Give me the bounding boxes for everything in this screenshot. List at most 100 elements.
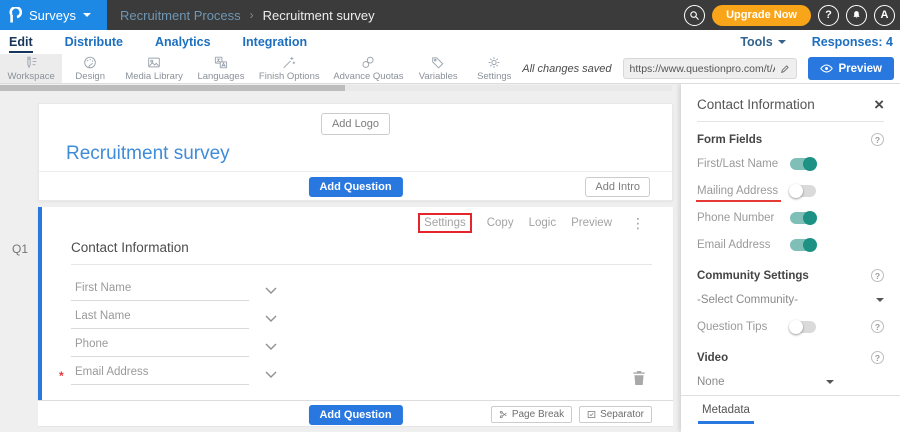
toggle-label: Email Address bbox=[697, 239, 771, 251]
scrollbar-thumb[interactable] bbox=[0, 85, 345, 91]
chevron-down-icon[interactable] bbox=[265, 369, 277, 381]
delete-question-button[interactable] bbox=[632, 370, 646, 391]
help-button[interactable]: ? bbox=[818, 5, 839, 26]
responses-link[interactable]: Responses: 4 bbox=[812, 35, 893, 49]
checkbox-icon bbox=[587, 410, 596, 419]
preview-button[interactable]: Preview bbox=[808, 57, 894, 80]
upgrade-now-button[interactable]: Upgrade Now bbox=[712, 5, 811, 26]
tab-metadata[interactable]: Metadata bbox=[698, 404, 754, 424]
breadcrumb-parent[interactable]: Recruitment Process bbox=[120, 8, 241, 23]
community-settings-heading: Community Settings bbox=[697, 270, 809, 282]
question-card: Settings Copy Logic Preview ⋮ Contact In… bbox=[38, 207, 673, 400]
toggle-label: Mailing Address bbox=[697, 185, 778, 197]
survey-url-field[interactable]: https://www.questionpro.com/t/APNrFZ bbox=[623, 58, 797, 79]
notifications-button[interactable] bbox=[846, 5, 867, 26]
question-logic-button[interactable]: Logic bbox=[529, 217, 557, 229]
help-icon[interactable]: ? bbox=[871, 320, 884, 333]
trash-icon bbox=[632, 370, 646, 386]
first-last-name-toggle[interactable] bbox=[790, 158, 816, 170]
toolbar-item-label: Variables bbox=[419, 71, 458, 82]
product-menu[interactable]: Surveys bbox=[0, 0, 107, 30]
toggle-row-mailing-address: Mailing Address bbox=[681, 177, 900, 204]
question-settings-panel: Contact Information × Form Fields ? Firs… bbox=[681, 84, 900, 432]
toolbar-item-label: Media Library bbox=[125, 71, 183, 82]
autosave-status: All changes saved bbox=[522, 63, 611, 75]
avatar[interactable]: A bbox=[874, 5, 895, 26]
help-icon[interactable]: ? bbox=[871, 133, 884, 146]
contact-form-fields: * First Name * Last Name * Phone * Email… bbox=[71, 274, 249, 386]
design-palette-icon bbox=[82, 55, 98, 70]
horizontal-scrollbar[interactable] bbox=[0, 85, 672, 91]
toolbar-item-label: Design bbox=[75, 71, 105, 82]
question-tips-toggle[interactable] bbox=[790, 321, 816, 333]
product-name: Surveys bbox=[29, 8, 76, 23]
survey-title[interactable]: Recruitment survey bbox=[66, 143, 230, 165]
edit-pencil-icon[interactable] bbox=[780, 64, 790, 74]
question-more-menu[interactable]: ⋮ bbox=[631, 215, 645, 232]
phone-number-toggle[interactable] bbox=[790, 212, 816, 224]
add-logo-button[interactable]: Add Logo bbox=[321, 113, 390, 135]
field-last-name[interactable]: * Last Name bbox=[71, 302, 249, 329]
toggle-knob bbox=[803, 238, 817, 252]
field-first-name[interactable]: * First Name bbox=[71, 274, 249, 301]
form-fields-heading: Form Fields bbox=[697, 134, 762, 146]
chevron-down-icon[interactable] bbox=[265, 341, 277, 353]
toolbar-item-finish-options[interactable]: Finish Options bbox=[252, 54, 327, 83]
tools-menu[interactable]: Tools bbox=[740, 35, 785, 49]
chevron-down-icon[interactable] bbox=[265, 285, 277, 297]
add-question-button-bottom[interactable]: Add Question bbox=[308, 405, 402, 425]
page-break-button[interactable]: Page Break bbox=[491, 406, 572, 423]
add-logo-row: Add Logo bbox=[39, 104, 672, 135]
toolbar-item-variables[interactable]: Variables bbox=[410, 54, 466, 83]
help-icon[interactable]: ? bbox=[871, 351, 884, 364]
scissors-icon bbox=[499, 410, 508, 419]
field-phone[interactable]: * Phone bbox=[71, 330, 249, 357]
question-preview-button[interactable]: Preview bbox=[571, 217, 612, 229]
question-copy-button[interactable]: Copy bbox=[487, 217, 514, 229]
toolbar-right: All changes saved https://www.questionpr… bbox=[522, 54, 900, 83]
toggle-row-first-last-name: First/Last Name bbox=[681, 150, 900, 177]
tab-edit[interactable]: Edit bbox=[9, 32, 33, 53]
chevron-down-icon[interactable] bbox=[265, 313, 277, 325]
toolbar-item-languages[interactable]: Languages bbox=[190, 54, 252, 83]
toolbar-item-media-library[interactable]: Media Library bbox=[118, 54, 190, 83]
toggle-knob bbox=[789, 184, 803, 198]
toolbar-item-label: Workspace bbox=[7, 71, 54, 82]
survey-header-card: Add Logo Recruitment survey Add Question… bbox=[38, 103, 673, 201]
footer-right-actions: Page Break Separator bbox=[491, 406, 652, 423]
tab-integration[interactable]: Integration bbox=[243, 32, 308, 53]
variables-tag-icon bbox=[430, 55, 446, 70]
add-intro-button[interactable]: Add Intro bbox=[585, 177, 650, 197]
community-select[interactable]: -Select Community- bbox=[681, 286, 900, 313]
breadcrumb-current: Recruitment survey bbox=[263, 8, 375, 23]
field-email-address[interactable]: * Email Address bbox=[71, 358, 249, 385]
languages-translate-icon bbox=[213, 55, 229, 70]
mailing-address-toggle[interactable] bbox=[790, 185, 816, 197]
field-label: First Name bbox=[75, 282, 131, 294]
toolbar-item-settings[interactable]: Settings bbox=[466, 54, 522, 83]
question-settings-button[interactable]: Settings bbox=[418, 213, 472, 233]
question-heading-divider bbox=[71, 264, 652, 265]
search-button[interactable] bbox=[684, 5, 705, 26]
survey-header-actions: Add Question Add Intro bbox=[39, 171, 672, 200]
tab-analytics[interactable]: Analytics bbox=[155, 32, 211, 53]
question-heading[interactable]: Contact Information bbox=[71, 240, 189, 255]
separator-button[interactable]: Separator bbox=[579, 406, 652, 423]
toolbar-item-label: Languages bbox=[197, 71, 244, 82]
video-select[interactable]: None bbox=[681, 368, 900, 395]
search-icon bbox=[689, 10, 700, 21]
close-icon[interactable]: × bbox=[874, 99, 884, 111]
breadcrumb: Recruitment Process › Recruitment survey bbox=[120, 8, 375, 23]
email-address-toggle[interactable] bbox=[790, 239, 816, 251]
help-icon[interactable]: ? bbox=[871, 269, 884, 282]
video-section-header: Video ? bbox=[681, 340, 900, 368]
preview-label: Preview bbox=[839, 63, 882, 75]
toolbar-item-advance-quotas[interactable]: Advance Quotas bbox=[327, 54, 411, 83]
caret-down-icon bbox=[83, 13, 91, 17]
add-question-button[interactable]: Add Question bbox=[308, 177, 402, 197]
tab-distribute[interactable]: Distribute bbox=[65, 32, 123, 53]
panel-footer-divider bbox=[681, 395, 900, 396]
page-break-label: Page Break bbox=[512, 409, 564, 420]
toolbar-item-workspace[interactable]: Workspace bbox=[0, 54, 62, 83]
toolbar-item-design[interactable]: Design bbox=[62, 54, 118, 83]
